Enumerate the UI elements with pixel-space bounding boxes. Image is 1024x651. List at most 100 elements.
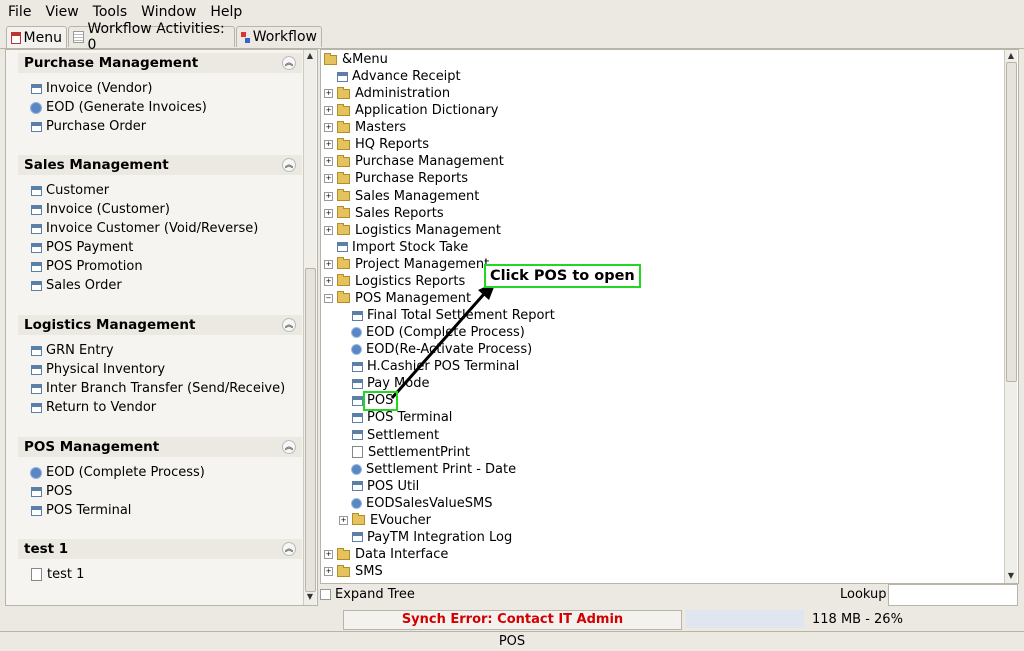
scroll-up-arrow[interactable]: ▲	[304, 50, 316, 62]
tree-item[interactable]: Advance Receipt	[337, 68, 461, 85]
tree-scrollbar[interactable]: ▲ ▼	[1004, 50, 1017, 583]
collapse-icon[interactable]: ︽	[282, 158, 296, 172]
expand-node-icon[interactable]: +	[324, 259, 333, 269]
favorite-item[interactable]: Customer	[18, 181, 302, 200]
favorite-item-label: Inter Branch Transfer (Send/Receive)	[46, 381, 286, 396]
tab-menu[interactable]: Menu	[6, 26, 67, 48]
tree-item[interactable]: PayTM Integration Log	[352, 529, 512, 546]
menu-file[interactable]: File	[8, 4, 31, 20]
tree-folder[interactable]: + Logistics Management	[324, 222, 501, 239]
scroll-thumb[interactable]	[305, 268, 316, 592]
tree-folder[interactable]: + Application Dictionary	[324, 102, 498, 119]
expand-node-icon[interactable]: +	[324, 550, 333, 560]
favorite-item[interactable]: Return to Vendor	[18, 398, 302, 417]
expand-node-icon[interactable]: +	[324, 276, 333, 286]
favorite-item[interactable]: Physical Inventory	[18, 360, 302, 379]
tree-item[interactable]: Final Total Settlement Report	[352, 307, 555, 324]
favorite-item[interactable]: Inter Branch Transfer (Send/Receive)	[18, 379, 302, 398]
tree-folder[interactable]: − POS Management	[324, 290, 471, 307]
menu-view[interactable]: View	[45, 4, 78, 20]
tree-item[interactable]: Import Stock Take	[337, 239, 468, 256]
expand-node-icon[interactable]: +	[324, 567, 333, 577]
favorite-item[interactable]: POS Terminal	[18, 501, 302, 520]
group-header[interactable]: Sales Management ︽	[18, 155, 302, 175]
tree-item[interactable]: Pay Mode	[352, 375, 429, 392]
favorite-item[interactable]: Invoice Customer (Void/Reverse)	[18, 219, 302, 238]
tree-folder[interactable]: + Administration	[324, 85, 450, 102]
expand-node-icon[interactable]: +	[324, 140, 333, 150]
tree-folder[interactable]: + EVoucher	[339, 512, 431, 529]
tree-folder[interactable]: + Masters	[324, 119, 406, 136]
expand-node-icon[interactable]: +	[339, 515, 348, 525]
tab-workflow-activities[interactable]: Workflow Activities: 0	[68, 21, 235, 53]
expand-node-icon[interactable]: +	[324, 174, 333, 184]
checkbox-icon[interactable]	[320, 589, 331, 600]
favorite-item[interactable]: Sales Order	[18, 276, 302, 295]
favorite-item[interactable]: POS Payment	[18, 238, 302, 257]
favorite-item[interactable]: POS	[18, 482, 302, 501]
tree-item[interactable]: EOD (Complete Process)	[352, 324, 525, 341]
tree-item[interactable]: EODSalesValueSMS	[352, 495, 492, 512]
favorite-item[interactable]: EOD (Generate Invoices)	[18, 98, 302, 117]
tree-folder[interactable]: + Data Interface	[324, 546, 448, 563]
tree-item[interactable]: POS Terminal	[352, 409, 452, 426]
tree-folder[interactable]: + HQ Reports	[324, 136, 429, 153]
process-icon	[352, 328, 361, 338]
expand-node-icon[interactable]: +	[324, 191, 333, 201]
collapse-icon[interactable]: ︽	[282, 56, 296, 70]
expand-tree-toggle[interactable]: Expand Tree	[320, 587, 415, 602]
tree-folder[interactable]: &Menu	[324, 51, 388, 68]
favorite-item[interactable]: POS Promotion	[18, 257, 302, 276]
menu-window[interactable]: Window	[141, 4, 196, 20]
scroll-down-arrow[interactable]: ▼	[1005, 570, 1017, 582]
collapse-icon[interactable]: ︽	[282, 542, 296, 556]
tree-item[interactable]: Settlement Print - Date	[352, 461, 516, 478]
collapse-node-icon[interactable]: −	[324, 293, 333, 303]
tree-folder[interactable]: + Purchase Reports	[324, 170, 468, 187]
expand-node-icon[interactable]: +	[324, 89, 333, 99]
expand-node-icon[interactable]: +	[324, 106, 333, 116]
scroll-down-arrow[interactable]: ▼	[304, 591, 316, 603]
favorites-group: Purchase Management ︽ Invoice (Vendor) EOD …	[18, 53, 302, 136]
tree-folder[interactable]: + Sales Reports	[324, 205, 444, 222]
group-header[interactable]: Purchase Management ︽	[18, 53, 302, 73]
tree-folder[interactable]: + Purchase Management	[324, 153, 504, 170]
expand-node-icon[interactable]: +	[324, 123, 333, 133]
tree-node-label: Sales Reports	[355, 205, 444, 221]
tab-workflow[interactable]: Workflow	[236, 26, 322, 47]
favorite-item[interactable]: GRN Entry	[18, 341, 302, 360]
scroll-thumb[interactable]	[1006, 62, 1017, 382]
menu-help[interactable]: Help	[210, 4, 242, 20]
menu-tools[interactable]: Tools	[93, 4, 128, 20]
scroll-up-arrow[interactable]: ▲	[1005, 50, 1017, 62]
tree-item[interactable]: H.Cashier POS Terminal	[352, 358, 519, 375]
expand-node-icon[interactable]: +	[324, 157, 333, 167]
favorite-item[interactable]: Invoice (Vendor)	[18, 79, 302, 98]
process-icon	[31, 467, 41, 478]
tree-folder[interactable]: + SMS	[324, 563, 383, 580]
tab-menu-label: Menu	[23, 29, 62, 46]
tree-folder[interactable]: + Logistics Reports	[324, 273, 465, 290]
tree-folder[interactable]: + Project Management	[324, 256, 489, 273]
group-header[interactable]: POS Management ︽	[18, 437, 302, 457]
tree-item[interactable]: SettlementPrint	[352, 444, 470, 461]
tree-item[interactable]: EOD(Re-Activate Process)	[352, 341, 532, 358]
favorite-item[interactable]: test 1	[18, 565, 302, 584]
tree-item[interactable]: POS Util	[352, 478, 419, 495]
folder-icon	[352, 513, 365, 526]
favorite-item[interactable]: EOD (Complete Process)	[18, 463, 302, 482]
collapse-icon[interactable]: ︽	[282, 440, 296, 454]
group-header[interactable]: test 1 ︽	[18, 539, 302, 559]
collapse-icon[interactable]: ︽	[282, 318, 296, 332]
favorites-scrollbar[interactable]: ▲ ▼	[303, 50, 316, 605]
favorite-item-label: POS Payment	[46, 240, 134, 255]
lookup-input[interactable]	[888, 584, 1018, 606]
tree-item[interactable]: Settlement	[352, 427, 439, 444]
group-header[interactable]: Logistics Management ︽	[18, 315, 302, 335]
favorite-item[interactable]: Purchase Order	[18, 117, 302, 136]
expand-node-icon[interactable]: +	[324, 225, 333, 235]
expand-node-icon[interactable]: +	[324, 208, 333, 218]
favorite-item[interactable]: Invoice (Customer)	[18, 200, 302, 219]
tree-folder[interactable]: + Sales Management	[324, 188, 479, 205]
synch-error-button[interactable]: Synch Error: Contact IT Admin	[343, 610, 682, 630]
